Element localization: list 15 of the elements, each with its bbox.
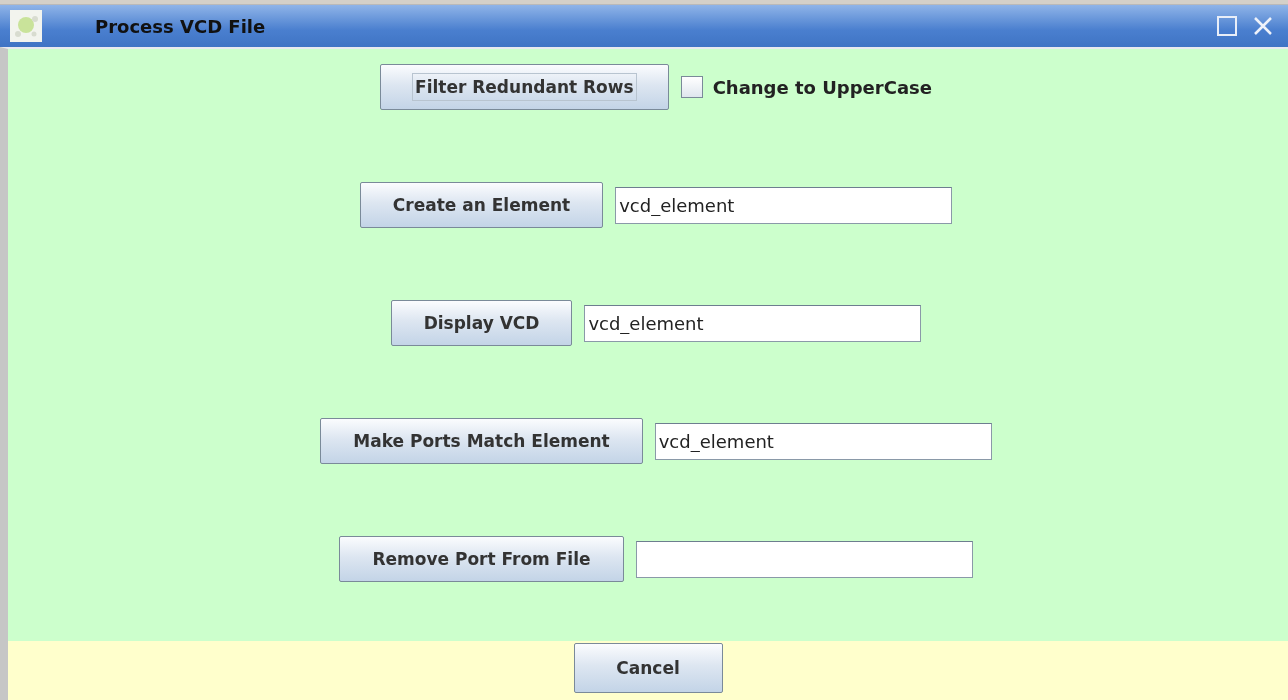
input-field[interactable]: vcd_element xyxy=(615,186,953,224)
action-button[interactable]: Create an Element xyxy=(359,182,604,228)
close-icon[interactable] xyxy=(1252,15,1274,37)
checkbox-label[interactable]: Change to UpperCase xyxy=(712,76,932,98)
action-button[interactable]: Filter Redundant Rows xyxy=(380,64,669,110)
action-button[interactable]: Display VCD xyxy=(390,300,573,346)
cancel-button[interactable]: Cancel xyxy=(573,643,723,693)
input-field[interactable]: vcd_element xyxy=(584,304,922,342)
action-button[interactable]: Remove Port From File xyxy=(339,536,624,582)
checkbox[interactable] xyxy=(680,76,703,98)
window-title: Process VCD File xyxy=(95,15,267,37)
action-button[interactable]: Make Ports Match Element xyxy=(320,418,643,464)
input-field[interactable] xyxy=(635,540,973,578)
input-field[interactable]: vcd_element xyxy=(654,422,992,460)
maximize-icon[interactable] xyxy=(1216,15,1238,37)
